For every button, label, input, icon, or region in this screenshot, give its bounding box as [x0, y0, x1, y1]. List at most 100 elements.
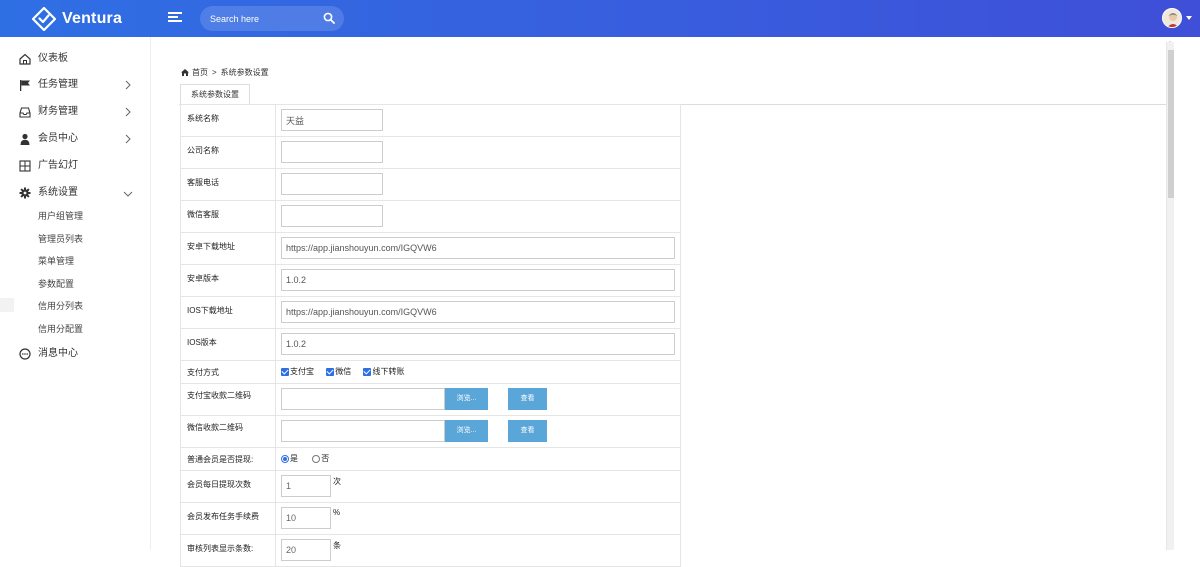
home-icon	[181, 69, 189, 76]
site-name-input[interactable]	[281, 109, 383, 131]
brand[interactable]: Ventura	[32, 7, 122, 31]
brand-name: Ventura	[62, 10, 123, 27]
form-row-ios-url: IOS下载地址	[180, 296, 681, 329]
sidebar-item-finance[interactable]: 财务管理	[0, 101, 151, 123]
chevron-right-icon	[125, 80, 131, 90]
field-label: 普通会员是否提现:	[180, 447, 276, 471]
grid-icon	[19, 160, 31, 172]
form-row-android-url: 安卓下载地址	[180, 232, 681, 265]
avatar[interactable]	[1162, 8, 1182, 28]
sidebar-subitem-admin-list[interactable]: 管理员列表	[38, 233, 83, 245]
alipay-browse-button[interactable]: 浏览...	[445, 388, 488, 410]
checkbox-icon	[326, 367, 335, 376]
wechat-view-button[interactable]: 查看	[508, 420, 547, 442]
field-label: 公司名称	[180, 136, 276, 169]
field-label: 客服电话	[180, 168, 276, 201]
form-row-withdraw: 普通会员是否提现: 是 否	[180, 447, 681, 471]
field-label: 支付方式	[180, 360, 276, 384]
sidebar-subitem-menu-management[interactable]: 菜单管理	[38, 255, 74, 267]
radio-label: 是	[290, 454, 298, 463]
form-row-task-fee: 会员发布任务手续费 %	[180, 502, 681, 535]
checkbox-label: 线下转账	[372, 367, 405, 376]
android-url-input[interactable]	[281, 237, 675, 259]
sidebar-item-label: 仪表板	[38, 53, 68, 64]
list-count-input[interactable]	[281, 539, 331, 561]
sidebar-active-marker	[0, 298, 14, 312]
field-label: 安卓下载地址	[180, 232, 276, 265]
brand-logo-icon	[32, 7, 56, 31]
android-version-input[interactable]	[281, 269, 675, 291]
service-phone-input[interactable]	[281, 173, 383, 195]
main-content: 首页 > 系统参数设置 系统参数设置 系统名称 公司名称 客服电话 微信客服 安…	[152, 37, 1166, 567]
form-row-ios-version: IOS版本	[180, 328, 681, 361]
breadcrumb-home[interactable]: 首页	[192, 67, 208, 78]
payment-alipay-checkbox[interactable]: 支付宝	[281, 366, 314, 377]
sidebar-item-label: 广告幻灯	[38, 160, 78, 171]
home-icon	[19, 53, 31, 65]
payment-wechat-checkbox[interactable]: 微信	[326, 366, 351, 377]
search-box	[200, 6, 344, 31]
form-row-wechat-qr: 微信收款二维码 浏览... 查看	[180, 415, 681, 448]
top-navbar: Ventura	[0, 0, 1200, 37]
field-label: 系统名称	[180, 104, 276, 137]
gear-icon	[19, 187, 31, 199]
sidebar-item-dashboard[interactable]: 仪表板	[0, 48, 151, 70]
field-label: IOS版本	[180, 328, 276, 361]
breadcrumb-current: 系统参数设置	[220, 68, 269, 77]
ios-url-input[interactable]	[281, 301, 675, 323]
sidebar-subitem-credit-list[interactable]: 信用分列表	[38, 300, 83, 312]
sidebar: 仪表板 任务管理 财务管理 会员中心 广告幻灯 系统设置 用户组管理 管理员列表…	[0, 37, 151, 550]
form-row-site-name: 系统名称	[180, 104, 681, 137]
form-row-payment: 支付方式 支付宝 微信 线下转账	[180, 360, 681, 384]
form-row-company-name: 公司名称	[180, 136, 681, 169]
wechat-service-input[interactable]	[281, 205, 383, 227]
payment-offline-checkbox[interactable]: 线下转账	[363, 366, 404, 377]
checkbox-icon	[363, 367, 372, 376]
withdraw-no-radio[interactable]: 否	[312, 453, 329, 464]
wechat-qr-file-input[interactable]	[281, 420, 445, 442]
field-label: 审核列表显示条数:	[180, 534, 276, 567]
alipay-qr-file-input[interactable]	[281, 388, 445, 410]
form-row-service-phone: 客服电话	[180, 168, 681, 201]
sidebar-item-tasks[interactable]: 任务管理	[0, 74, 151, 96]
sidebar-item-settings[interactable]: 系统设置	[0, 182, 151, 204]
checkbox-icon	[281, 367, 289, 376]
tab-system-params[interactable]: 系统参数设置	[180, 84, 250, 105]
ios-version-input[interactable]	[281, 333, 675, 355]
scrollbar[interactable]	[1166, 42, 1174, 550]
alipay-view-button[interactable]: 查看	[508, 388, 547, 410]
company-name-input[interactable]	[281, 141, 383, 163]
form-row-daily-withdraw: 会员每日提现次数 次	[180, 470, 681, 503]
menu-toggle-icon[interactable]	[168, 12, 182, 24]
field-label: 安卓版本	[180, 264, 276, 297]
settings-form: 系统名称 公司名称 客服电话 微信客服 安卓下载地址 安卓版本 IOS下载地址	[180, 104, 681, 567]
wechat-browse-button[interactable]: 浏览...	[445, 420, 488, 442]
search-input[interactable]	[210, 11, 315, 27]
chevron-right-icon	[125, 107, 131, 117]
sidebar-subitem-user-groups[interactable]: 用户组管理	[38, 210, 83, 222]
sidebar-item-members[interactable]: 会员中心	[0, 128, 151, 150]
search-icon[interactable]	[323, 12, 335, 24]
radio-label: 否	[321, 454, 330, 463]
sidebar-item-label: 系统设置	[38, 187, 78, 198]
user-icon	[20, 133, 30, 145]
chevron-down-icon	[123, 191, 133, 197]
radio-icon	[281, 454, 289, 463]
avatar-caret-icon[interactable]	[1186, 16, 1192, 20]
checkbox-label: 微信	[335, 367, 352, 376]
inbox-icon	[19, 107, 31, 118]
sidebar-subitem-parameter-config[interactable]: 参数配置	[38, 278, 74, 290]
chat-icon	[19, 348, 31, 360]
daily-withdraw-input[interactable]	[281, 475, 331, 497]
flag-icon	[20, 80, 30, 91]
unit-label: %	[333, 508, 341, 517]
sidebar-item-messages[interactable]: 消息中心	[0, 343, 151, 365]
sidebar-subitem-credit-config[interactable]: 信用分配置	[38, 323, 83, 335]
unit-label: 次	[333, 477, 341, 486]
task-fee-input[interactable]	[281, 507, 331, 529]
form-row-alipay-qr: 支付宝收款二维码 浏览... 查看	[180, 383, 681, 416]
scrollbar-thumb[interactable]	[1168, 50, 1174, 198]
sidebar-item-ads[interactable]: 广告幻灯	[0, 155, 151, 177]
unit-label: 条	[333, 541, 341, 550]
withdraw-yes-radio[interactable]: 是	[281, 453, 298, 464]
